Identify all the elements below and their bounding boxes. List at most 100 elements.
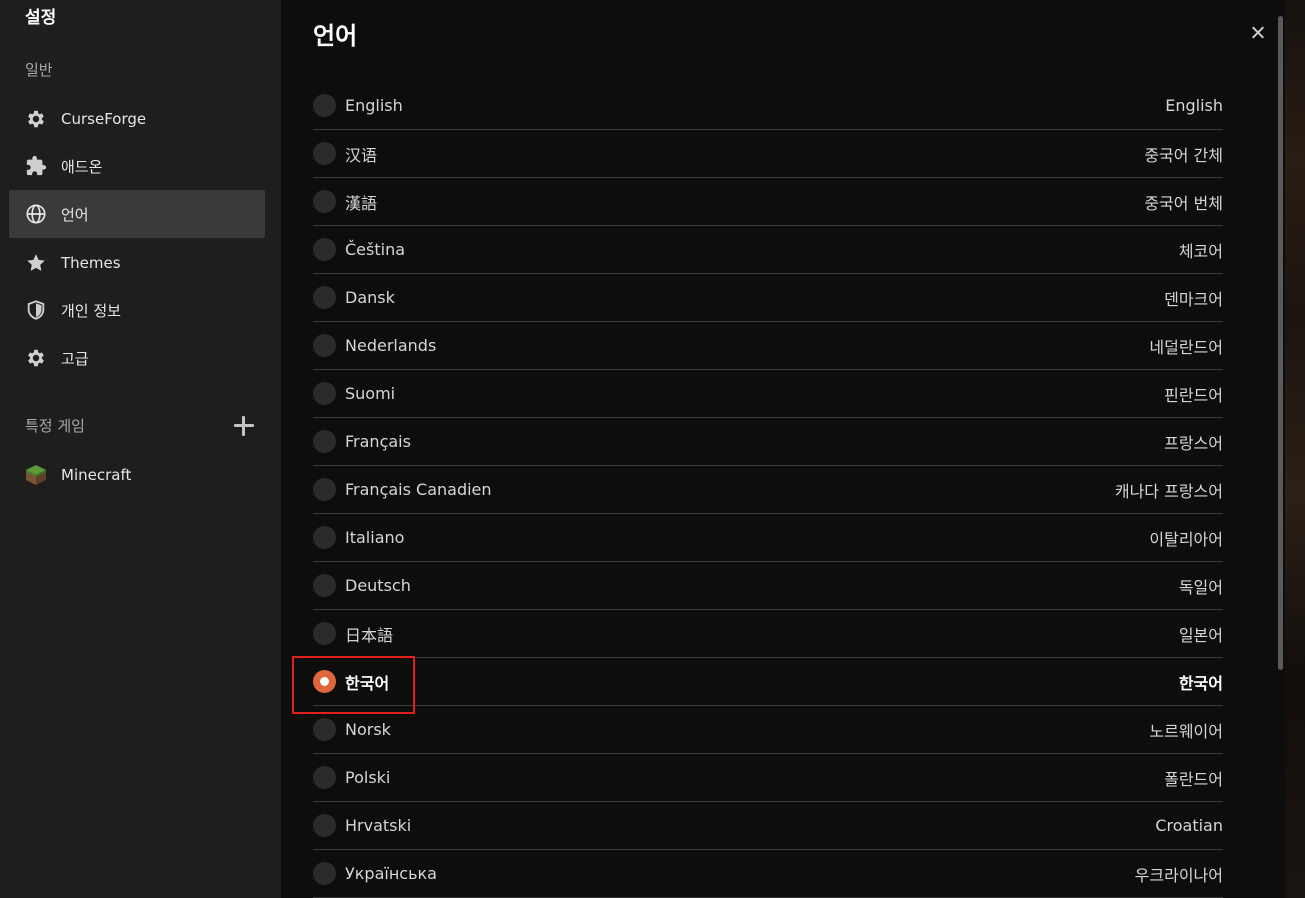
sidebar-item-label: 개인 정보 (61, 301, 121, 320)
radio-button[interactable] (313, 94, 336, 117)
language-native-name: Dansk (345, 288, 395, 307)
language-localized-name: 중국어 간체 (1144, 145, 1223, 165)
radio-button[interactable] (313, 766, 336, 789)
shield-icon (25, 299, 47, 321)
background-image-edge (1285, 0, 1305, 898)
language-native-name: 한국어 (345, 673, 390, 693)
radio-button[interactable] (313, 334, 336, 357)
radio-button-selected[interactable] (313, 670, 336, 693)
gear-icon (25, 347, 47, 369)
language-localized-name: 캐나다 프랑스어 (1114, 481, 1223, 501)
sidebar-item-privacy[interactable]: 개인 정보 (9, 286, 265, 334)
language-localized-name: 이탈리아어 (1149, 529, 1223, 549)
language-localized-name: Croatian (1155, 816, 1223, 835)
language-option-dutch[interactable]: Nederlands 네덜란드어 (313, 322, 1223, 370)
sidebar-item-label: Themes (61, 254, 121, 272)
language-native-name: 日本語 (345, 625, 394, 645)
gear-icon (25, 108, 47, 130)
sidebar-item-curseforge[interactable]: CurseForge (9, 95, 265, 143)
sidebar-item-themes[interactable]: Themes (9, 239, 265, 287)
language-option-french[interactable]: Français 프랑스어 (313, 418, 1223, 466)
language-native-name: Français Canadien (345, 480, 492, 499)
language-native-name: Polski (345, 768, 391, 787)
radio-button[interactable] (313, 526, 336, 549)
language-option-italian[interactable]: Italiano 이탈리아어 (313, 514, 1223, 562)
language-localized-name: 한국어 (1178, 673, 1223, 693)
language-option-chinese-traditional[interactable]: 漢語 중국어 번체 (313, 178, 1223, 226)
radio-button[interactable] (313, 382, 336, 405)
general-section-label: 일반 (25, 61, 53, 79)
language-localized-name: 네덜란드어 (1149, 337, 1223, 357)
language-localized-name: 핀란드어 (1164, 385, 1223, 405)
language-localized-name: 덴마크어 (1164, 289, 1223, 309)
sidebar-item-advanced[interactable]: 고급 (9, 334, 265, 382)
language-option-french-canadian[interactable]: Français Canadien 캐나다 프랑스어 (313, 466, 1223, 514)
language-localized-name: 체코어 (1178, 241, 1223, 261)
radio-button[interactable] (313, 718, 336, 741)
sidebar-item-label: 애드온 (61, 157, 103, 176)
sidebar-item-minecraft[interactable]: Minecraft (9, 451, 265, 499)
radio-button[interactable] (313, 286, 336, 309)
language-option-japanese[interactable]: 日本語 일본어 (313, 610, 1223, 658)
radio-button[interactable] (313, 430, 336, 453)
language-option-croatian[interactable]: Hrvatski Croatian (313, 802, 1223, 850)
language-native-name: 漢語 (345, 193, 378, 213)
page-title: 언어 (313, 22, 358, 50)
sidebar-item-label: 언어 (61, 205, 89, 224)
language-localized-name: 폴란드어 (1164, 769, 1223, 789)
radio-button[interactable] (313, 622, 336, 645)
language-option-korean[interactable]: 한국어 한국어 (313, 658, 1223, 706)
radio-button[interactable] (313, 574, 336, 597)
star-icon (25, 252, 47, 274)
language-option-english[interactable]: English English (313, 82, 1223, 130)
language-option-chinese-simplified[interactable]: 汉语 중국어 간체 (313, 130, 1223, 178)
specific-games-section-label: 특정 게임 (25, 417, 85, 435)
language-native-name: Suomi (345, 384, 396, 403)
sidebar-item-language[interactable]: 언어 (9, 190, 265, 238)
language-native-name: Français (345, 432, 411, 451)
language-native-name: Nederlands (345, 336, 437, 355)
language-option-ukrainian[interactable]: Українська 우크라이나어 (313, 850, 1223, 898)
language-option-norwegian[interactable]: Norsk 노르웨이어 (313, 706, 1223, 754)
language-native-name: English (345, 96, 403, 115)
language-option-danish[interactable]: Dansk 덴마크어 (313, 274, 1223, 322)
language-native-name: Deutsch (345, 576, 411, 595)
sidebar-item-label: 고급 (61, 349, 89, 368)
radio-button[interactable] (313, 478, 336, 501)
language-native-name: Hrvatski (345, 816, 412, 835)
sidebar-item-addons[interactable]: 애드온 (9, 142, 265, 190)
globe-icon (25, 203, 47, 225)
language-native-name: Norsk (345, 720, 391, 739)
language-localized-name: 일본어 (1178, 625, 1223, 645)
language-localized-name: 독일어 (1178, 577, 1223, 597)
add-game-button[interactable] (232, 414, 256, 438)
radio-button[interactable] (313, 814, 336, 837)
language-settings-panel: 언어 English English 汉语 중국어 간체 漢語 중국어 번체 Č… (281, 0, 1281, 898)
sidebar-item-label: Minecraft (61, 466, 132, 484)
language-native-name: Čeština (345, 240, 406, 259)
settings-sidebar: 설정 일반 CurseForge 애드온 언어 Themes 개인 정보 고급 … (0, 0, 281, 898)
settings-title: 설정 (25, 8, 57, 28)
radio-button[interactable] (313, 190, 336, 213)
language-localized-name: 노르웨이어 (1149, 721, 1223, 741)
language-localized-name: 중국어 번체 (1144, 193, 1223, 213)
language-option-czech[interactable]: Čeština 체코어 (313, 226, 1223, 274)
radio-button[interactable] (313, 862, 336, 885)
language-option-finnish[interactable]: Suomi 핀란드어 (313, 370, 1223, 418)
minecraft-grass-block-icon (25, 464, 47, 486)
language-option-german[interactable]: Deutsch 독일어 (313, 562, 1223, 610)
language-native-name: Italiano (345, 528, 405, 547)
sidebar-item-label: CurseForge (61, 110, 147, 128)
language-native-name: 汉语 (345, 145, 378, 165)
language-list: English English 汉语 중국어 간체 漢語 중국어 번체 Češt… (313, 82, 1223, 898)
radio-button[interactable] (313, 238, 336, 261)
language-localized-name: English (1165, 96, 1223, 115)
language-option-polish[interactable]: Polski 폴란드어 (313, 754, 1223, 802)
puzzle-icon (25, 155, 47, 177)
radio-button[interactable] (313, 142, 336, 165)
close-button[interactable] (1247, 22, 1269, 44)
language-localized-name: 우크라이나어 (1134, 865, 1223, 885)
language-localized-name: 프랑스어 (1164, 433, 1223, 453)
language-native-name: Українська (345, 864, 437, 883)
scrollbar-thumb[interactable] (1278, 16, 1283, 670)
